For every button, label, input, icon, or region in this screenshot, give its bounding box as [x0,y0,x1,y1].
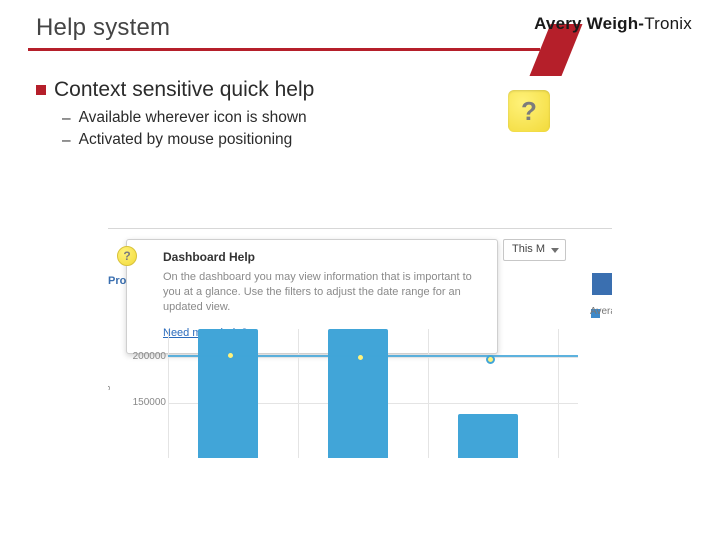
slide: Help system Avery Weigh-Tronix Context s… [0,0,720,540]
dash-icon: – [62,131,71,152]
bullet-text: Context sensitive quick help [54,78,314,102]
chart-bar [458,414,518,458]
body-content: Context sensitive quick help – Available… [36,78,476,152]
question-mark-icon: ? [123,249,130,263]
square-bullet-icon [36,85,46,95]
gridline [298,329,299,458]
legend-label: Averag [590,306,612,317]
sub-bullet-text: Available wherever icon is shown [79,108,307,129]
chart-point [356,353,365,362]
bullet-level1: Context sensitive quick help [36,78,476,102]
y-axis-label: ight [108,377,111,393]
chart-bar [328,329,388,458]
tooltip-title: Dashboard Help [163,250,483,264]
gridline [428,329,429,458]
date-range-dropdown[interactable]: This M [503,239,566,261]
panel-label-left: Pro [108,275,126,287]
y-tick: 200000 [126,351,166,362]
dash-icon: – [62,109,71,130]
bar-chart: ight 200000 150000 [108,329,578,458]
help-icon[interactable]: ? [508,90,550,132]
sub-bullet-text: Activated by mouse positioning [79,130,293,151]
y-tick: 150000 [126,397,166,408]
dropdown-value: This M [512,243,545,255]
panel-header-fragment [592,273,612,295]
brand-secondary: Tronix [644,14,692,33]
chart-point [226,351,235,360]
slide-title: Help system [36,14,170,42]
gridline [558,329,559,458]
chart-point [486,355,495,364]
chart-bar [198,329,258,458]
sub-bullet: – Activated by mouse positioning [62,130,476,152]
sub-bullet: – Available wherever icon is shown [62,108,476,130]
question-mark-icon: ? [521,96,537,127]
slide-header: Help system Avery Weigh-Tronix [0,0,720,56]
header-rule [28,48,540,51]
tooltip-body: On the dashboard you may view informatio… [163,270,483,315]
tooltip-help-icon[interactable]: ? [117,246,137,266]
embedded-screenshot: Pro ? Dashboard Help On the dashboard yo… [108,228,612,458]
brand-logo: Avery Weigh-Tronix [534,14,692,34]
gridline [168,329,169,458]
brand-primary: Avery Weigh- [534,14,644,33]
sub-bullets: – Available wherever icon is shown – Act… [36,108,476,152]
